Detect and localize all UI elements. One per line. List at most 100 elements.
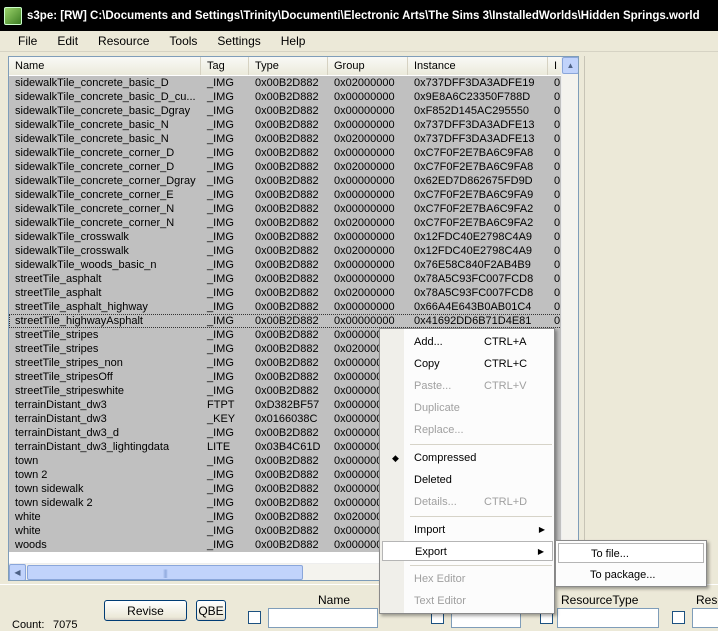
cell-name: sidewalkTile_concrete_corner_E [15,189,174,201]
list-row[interactable]: streetTile_asphalt_highway _IMG 0x00B2D882… [9,300,564,314]
cell-type: 0x00B2D882 [255,245,319,257]
cell-name: woods [15,539,47,551]
menu-item-import-label: Import [414,524,446,536]
menu-item-copy[interactable]: Copy CTRL+C [382,354,553,374]
list-row[interactable]: sidewalkTile_concrete_corner_N _IMG 0x00B2… [9,202,564,216]
count-value: 7075 [53,619,78,631]
qbe-button[interactable]: QBE [196,600,226,621]
column-header-group[interactable]: Group [328,57,408,75]
app-icon [4,6,22,25]
vertical-scrollbar[interactable]: ▲ [561,57,578,563]
menu-item-to-package[interactable]: To package... [558,565,704,585]
list-row[interactable]: streetTile_asphalt _IMG 0x00B2D882 0x020000… [9,286,564,300]
menu-item-details[interactable]: Details... CTRL+D [382,492,553,512]
cell-tag: _IMG [207,301,234,313]
list-row[interactable]: sidewalkTile_concrete_corner_N _IMG 0x00B2… [9,216,564,230]
column-header-instance[interactable]: Instance [408,57,548,75]
menu-item-text-editor[interactable]: Text Editor [382,591,553,611]
cell-group: 0x00000000 [334,301,395,313]
cell-instance: 0xF852D145AC295550 [414,105,529,117]
cell-type: 0x00B2D882 [255,315,319,327]
revise-button[interactable]: Revise [104,600,187,621]
menu-resource[interactable]: Resource [88,32,159,50]
cell-tag: _IMG [207,455,234,467]
cell-instance: 0x62ED7D862675FD9D [414,175,533,187]
menu-edit[interactable]: Edit [47,32,88,50]
list-row[interactable]: sidewalkTile_concrete_corner_E _IMG 0x00B2… [9,188,564,202]
cell-group: 0x00000000 [334,105,395,117]
cell-type: 0x00B2D882 [255,385,319,397]
column-header-name[interactable]: Name [9,57,201,75]
name-filter-checkbox[interactable] [248,611,261,624]
name-filter-field[interactable] [268,608,378,628]
resource-instance-field[interactable] [692,608,718,628]
list-row[interactable]: sidewalkTile_concrete_corner_Dgray _IMG 0x… [9,174,564,188]
list-row[interactable]: sidewalkTile_concrete_basic_Dgray _IMG 0x0… [9,104,564,118]
list-row[interactable]: sidewalkTile_crosswalk _IMG 0x00B2D882 0x02… [9,244,564,258]
menu-file[interactable]: File [8,32,47,50]
cell-group: 0x02000000 [334,217,395,229]
cell-type: 0x00B2D882 [255,147,319,159]
resource-type-field[interactable] [557,608,659,628]
cell-tag: _IMG [207,497,234,509]
cell-type: 0x00B2D882 [255,497,319,509]
menu-settings[interactable]: Settings [207,32,270,50]
menu-item-paste[interactable]: Paste... CTRL+V [382,376,553,396]
cell-type: 0x00B2D882 [255,273,319,285]
menu-item-to-file[interactable]: To file... [558,543,704,563]
list-row[interactable]: streetTile_asphalt _IMG 0x00B2D882 0x000000… [9,272,564,286]
cell-instance: 0xC7F0F2E7BA6C9FA2 [414,217,534,229]
resource-instance-checkbox[interactable] [672,611,685,624]
menu-item-add[interactable]: Add... CTRL+A [382,332,553,352]
menu-item-duplicate[interactable]: Duplicate [382,398,553,418]
menu-item-import[interactable]: Import ▶ [382,520,553,540]
horizontal-scroll-thumb[interactable]: ||| [27,565,303,580]
cell-group: 0x00000000 [334,203,395,215]
menu-item-add-shortcut: CTRL+A [484,336,527,348]
cell-name: streetTile_stripes [15,329,99,341]
cell-name: sidewalkTile_concrete_corner_N [15,203,175,215]
menu-tools[interactable]: Tools [159,32,207,50]
cell-type: 0xD382BF57 [255,399,320,411]
cell-group: 0x00000000 [334,315,395,327]
cell-type: 0x0166038C [255,413,318,425]
column-header-type[interactable]: Type [249,57,328,75]
column-header-tag[interactable]: Tag [201,57,249,75]
list-row[interactable]: sidewalkTile_concrete_corner_D _IMG 0x00B2… [9,160,564,174]
list-row[interactable]: sidewalkTile_woods_basic_n _IMG 0x00B2D882… [9,258,564,272]
menu-item-export[interactable]: Export ▶ [382,541,553,561]
menu-item-compressed[interactable]: ◆ Compressed [382,448,553,468]
bottom-bar: Count: 7075 Revise QBE Name ResourceType… [0,584,718,631]
cell-group: 0x00000000 [334,175,395,187]
list-row[interactable]: streetTile_highwayAsphalt _IMG 0x00B2D882 0… [9,314,564,328]
cell-name: sidewalkTile_concrete_corner_D [15,147,175,159]
cell-type: 0x00B2D882 [255,455,319,467]
menu-item-replace-label: Replace... [414,424,464,436]
scroll-left-button[interactable]: ◀ [9,564,26,580]
menu-item-deleted[interactable]: Deleted [382,470,553,490]
cell-type: 0x00B2D882 [255,539,319,551]
cell-tag: _IMG [207,357,234,369]
list-row[interactable]: sidewalkTile_concrete_basic_N _IMG 0x00B2D… [9,132,564,146]
menu-item-paste-shortcut: CTRL+V [484,380,527,392]
cell-type: 0x00B2D882 [255,217,319,229]
cell-instance: 0x76E58C840F2AB4B9 [414,259,531,271]
menu-item-hex-editor[interactable]: Hex Editor [382,569,553,589]
cell-name: streetTile_stripes_non [15,357,123,369]
list-row[interactable]: sidewalkTile_concrete_basic_N _IMG 0x00B2D… [9,118,564,132]
list-row[interactable]: sidewalkTile_concrete_basic_D_cu... _IMG 0… [9,90,564,104]
menu-item-replace[interactable]: Replace... [382,420,553,440]
menu-help[interactable]: Help [271,32,316,50]
scroll-up-button[interactable]: ▲ [562,57,578,74]
list-row[interactable]: sidewalkTile_concrete_corner_D _IMG 0x00B2… [9,146,564,160]
cell-name: streetTile_stripesOff [15,371,113,383]
cell-type: 0x00B2D882 [255,203,319,215]
list-row[interactable]: sidewalkTile_crosswalk _IMG 0x00B2D882 0x00… [9,230,564,244]
cell-group: 0x00000000 [334,119,395,131]
submenu-arrow-icon: ▶ [538,525,545,534]
cell-type: 0x03B4C61D [255,441,321,453]
list-row[interactable]: sidewalkTile_concrete_basic_D _IMG 0x00B2D… [9,76,564,90]
cell-tag: _IMG [207,147,234,159]
cell-type: 0x00B2D882 [255,161,319,173]
cell-instance: 0x737DFF3DA3ADFE13 [414,133,535,145]
